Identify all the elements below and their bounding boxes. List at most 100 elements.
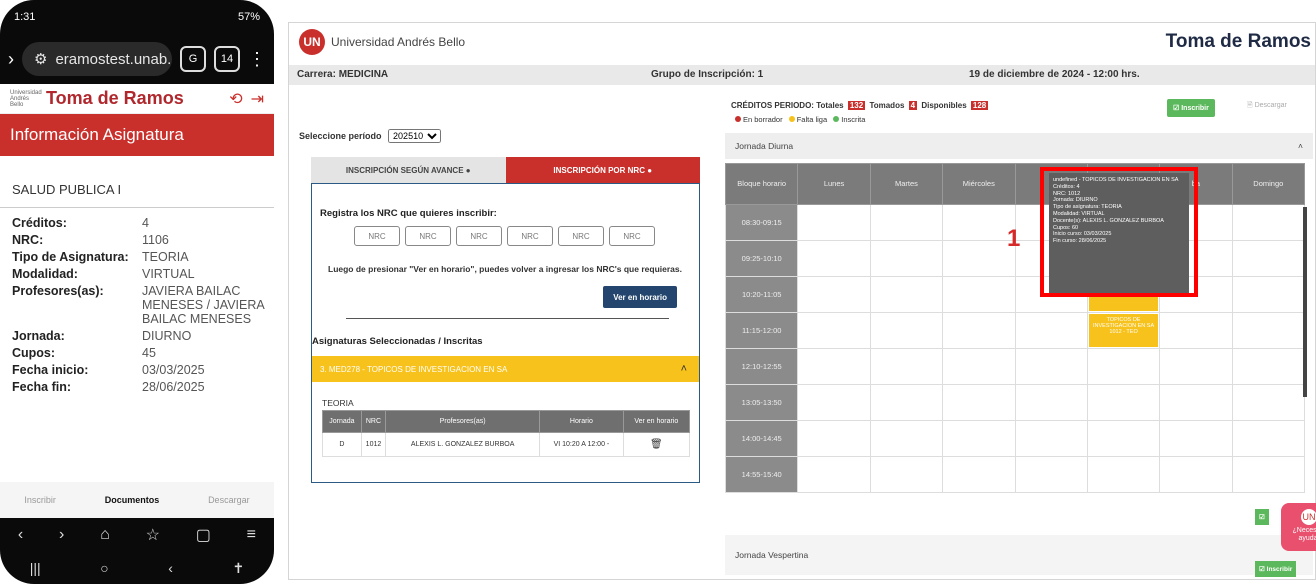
chevron-up-icon[interactable]: ˄ [1298,141,1303,151]
jornada-vespertina-bar[interactable]: Jornada Vespertina [725,535,1313,575]
schedule-row: 11:15-12:00 TOPICOS DE INVESTIGACION EN S… [724,311,1306,349]
forward-icon[interactable]: › [59,526,64,544]
schedule-cell[interactable] [1159,419,1233,457]
schedule-cell[interactable] [869,455,944,494]
schedule-cell[interactable] [1231,275,1306,313]
scrollbar[interactable] [1303,207,1307,397]
section-title: Información Asignatura [0,114,274,156]
schedule-cell[interactable] [1014,419,1088,457]
schedule-cell[interactable] [1086,383,1161,421]
schedule-table: Bloque horarioLunesMartesMiércolesJbaDom… [724,163,1306,494]
tab-documentos[interactable]: Documentos [105,495,160,505]
inscribir-small-button[interactable]: ☑ [1255,509,1269,525]
info-label: Tipo de Asignatura: [12,250,129,264]
tab-inscribir[interactable]: Inscribir [24,495,56,505]
schedule-cell[interactable] [797,239,871,277]
schedule-cell[interactable] [1231,419,1306,457]
schedule-cell[interactable] [1159,455,1233,494]
tab-nrc[interactable]: INSCRIPCIÓN POR NRC ● [505,157,700,183]
menu-icon[interactable]: ⋮ [248,49,266,70]
course-slot[interactable]: TOPICOS DE INVESTIGACION EN SA 1012 - TE… [1088,313,1159,347]
home-button-icon[interactable]: ○ [100,560,108,576]
schedule-cell[interactable] [1231,383,1306,421]
schedule-cell[interactable] [1014,311,1088,349]
help-button[interactable]: UN ¿Necesitas ayuda? [1281,503,1316,551]
schedule-cell[interactable] [942,311,1016,349]
schedule-cell[interactable] [869,419,944,457]
nrc-input[interactable]: NRC [354,226,400,246]
schedule-cell[interactable] [797,203,871,241]
jornada-diurna-bar[interactable]: Jornada Diurna ˄ [725,133,1313,159]
selected-course-bar[interactable]: 3. MED278 - TOPICOS DE INVESTIGACION EN … [312,356,699,382]
schedule-cell[interactable] [869,275,944,313]
schedule-cell[interactable] [1014,383,1088,421]
descargar-button[interactable]: 🗎 Descargar [1247,101,1287,112]
inscribir-bottom-button[interactable]: ☑ Inscribir [1255,561,1297,577]
schedule-cell[interactable] [869,383,944,421]
schedule-cell[interactable] [1159,347,1233,385]
logout-icon[interactable]: ⇥ [251,89,264,109]
schedule-cell[interactable] [1086,419,1161,457]
recents-icon[interactable]: ||| [30,560,41,576]
period-select[interactable]: 202510 [388,129,442,143]
tab-descargar[interactable]: Descargar [208,495,250,505]
schedule-cell[interactable] [1014,347,1088,385]
accessibility-icon[interactable]: ✝ [232,560,244,577]
schedule-cell[interactable]: TOPICOS DE INVESTIGACION EN SA 1012 - TE… [1086,311,1161,349]
schedule-cell[interactable] [1231,203,1306,241]
university-logo-icon: UN [299,29,325,55]
schedule-cell[interactable] [1159,383,1233,421]
credits-total: 132 [847,101,866,110]
schedule-cell[interactable] [797,311,871,349]
schedule-cell[interactable] [942,419,1016,457]
schedule-cell[interactable] [869,347,944,385]
col-nrc: NRC [360,410,387,433]
inscribir-button[interactable]: ☑ Inscribir [1167,99,1215,117]
nrc-input[interactable]: NRC [609,226,655,246]
schedule-cell[interactable] [1159,311,1233,349]
schedule-cell[interactable] [1231,311,1306,349]
schedule-cell[interactable] [1231,347,1306,385]
chevron-up-icon[interactable]: ˄ [681,363,687,375]
schedule-cell[interactable] [797,275,871,313]
schedule-cell[interactable] [797,419,871,457]
ver-horario-button[interactable]: Ver en horario [603,286,677,308]
nrc-input[interactable]: NRC [558,226,604,246]
schedule-cell[interactable] [1231,239,1306,277]
trash-icon[interactable]: 🗑 [622,432,691,457]
schedule-cell[interactable] [869,239,944,277]
back-icon[interactable]: ‹ [18,526,23,544]
back-icon[interactable]: ⟲ [229,89,242,109]
home-icon[interactable]: ⌂ [100,526,110,544]
schedule-cell[interactable] [797,455,871,494]
schedule-cell[interactable] [1014,455,1088,494]
nrc-input[interactable]: NRC [456,226,502,246]
schedule-cell[interactable] [942,203,1016,241]
schedule-cell[interactable] [1086,347,1161,385]
back-arrow-icon[interactable]: › [8,49,14,70]
help-logo-icon: UN [1301,509,1316,525]
site-settings-icon[interactable]: ⚙ [34,50,47,68]
bookmark-icon[interactable]: ☆ [146,525,160,545]
schedule-cell[interactable] [942,239,1016,277]
tab-count-button[interactable]: 14 [214,46,240,72]
schedule-cell[interactable] [869,311,944,349]
schedule-cell[interactable] [942,275,1016,313]
nrc-input[interactable]: NRC [507,226,553,246]
address-field[interactable]: ⚙ eramostest.unab.cl [22,42,172,76]
nrc-input[interactable]: NRC [405,226,451,246]
schedule-cell[interactable] [942,383,1016,421]
schedule-cell[interactable] [942,455,1016,494]
tab-avance[interactable]: INSCRIPCIÓN SEGÚN AVANCE ● [311,157,506,183]
info-value: 45 [142,346,156,360]
schedule-cell[interactable] [869,203,944,241]
schedule-cell[interactable] [942,347,1016,385]
back-icon[interactable]: ‹ [168,560,173,576]
schedule-cell[interactable] [1231,455,1306,494]
tabs-icon[interactable]: ▢ [196,525,211,545]
schedule-cell[interactable] [797,347,871,385]
menu-icon[interactable]: ≡ [247,526,256,544]
schedule-cell[interactable] [1086,455,1161,494]
translate-icon[interactable]: G [180,46,206,72]
schedule-cell[interactable] [797,383,871,421]
